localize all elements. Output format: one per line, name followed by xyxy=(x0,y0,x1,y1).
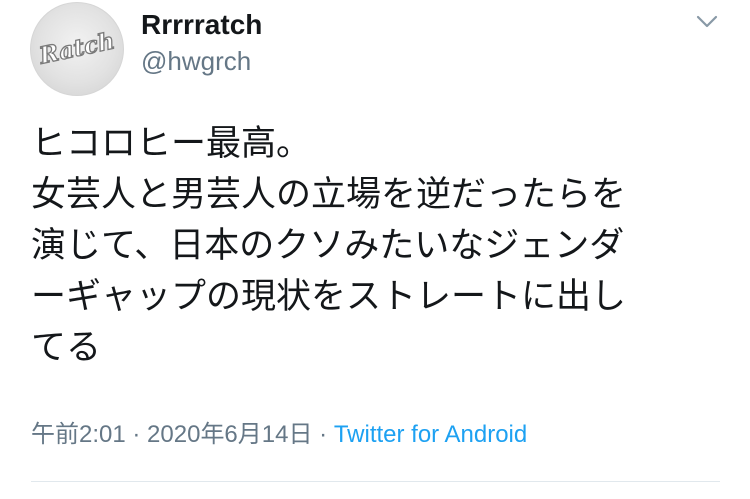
meta-separator: · xyxy=(312,421,334,448)
tweet-text: ヒコロヒー最高。 女芸人と男芸人の立場を逆だったらを 演じて、日本のクソみたいな… xyxy=(31,124,627,368)
tweet-date[interactable]: 2020年6月14日 xyxy=(147,421,312,448)
tweet-time[interactable]: 午前2:01 xyxy=(31,421,126,448)
chevron-down-icon[interactable] xyxy=(694,8,720,34)
display-name[interactable]: Rrrrratch xyxy=(141,8,262,42)
user-handle[interactable]: @hwgrch xyxy=(141,45,251,77)
avatar-logo-text: Ratch xyxy=(36,27,117,70)
tweet-metadata: 午前2:01 · 2020年6月14日 · Twitter for Androi… xyxy=(31,419,527,451)
divider xyxy=(31,481,720,482)
tweet-source-link[interactable]: Twitter for Android xyxy=(334,421,527,448)
tweet-card: Ratch Rrrrratch @hwgrch ヒコロヒー最高。 女芸人と男芸人… xyxy=(0,0,750,499)
meta-separator: · xyxy=(125,421,148,448)
avatar[interactable]: Ratch xyxy=(30,2,124,96)
